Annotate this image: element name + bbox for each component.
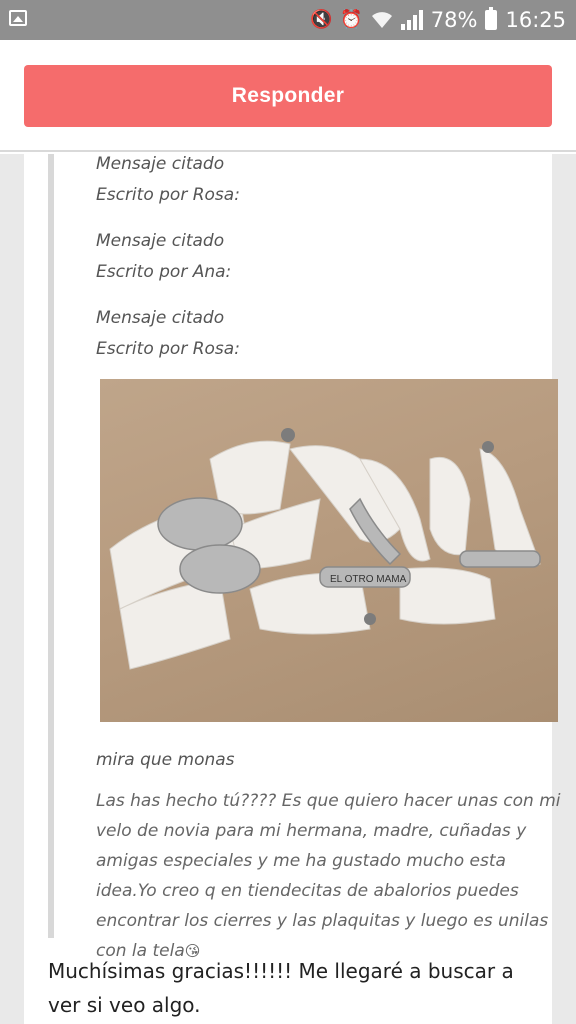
quote-author: Escrito por Rosa: [96, 339, 240, 359]
quote-author: Escrito por Ana: [96, 262, 232, 282]
quoted-message: Las has hecho tú???? Es que quiero hacer… [96, 786, 566, 966]
reply-button[interactable]: Responder [24, 65, 552, 127]
quote-author: Escrito por Rosa: [96, 185, 240, 205]
clock: 16:25 [505, 8, 566, 32]
reply-header: Responder [0, 40, 576, 152]
quoted-block: Mensaje citado Escrito por Rosa: Mensaje… [48, 154, 561, 961]
signal-icon [400, 10, 423, 30]
quote-title: Mensaje citado [96, 308, 225, 328]
bracelets-photo: EL OTRO MAMA [109, 428, 541, 670]
gallery-icon [9, 10, 27, 26]
quoted-message-text: Las has hecho tú???? Es que quiero hacer… [96, 791, 561, 961]
wifi-icon [371, 12, 392, 28]
plaque-text: EL OTRO MAMA [330, 574, 407, 585]
post-photo[interactable]: EL OTRO MAMA [100, 379, 558, 722]
alarm-icon: ⏰ [340, 9, 363, 30]
quote-title: Mensaje citado [96, 154, 225, 174]
battery-icon [485, 7, 498, 30]
mute-icon: 🔇 [309, 9, 333, 30]
status-icons: 🔇 ⏰ 78% 16:25 [310, 6, 566, 34]
post-content: Mensaje citado Escrito por Rosa: Mensaje… [0, 154, 576, 1024]
battery-percentage: 78% [430, 8, 478, 32]
quote-title: Mensaje citado [96, 231, 225, 251]
status-bar: 🔇 ⏰ 78% 16:25 [0, 0, 576, 40]
photo-caption: mira que monas [96, 750, 235, 770]
post-card: Mensaje citado Escrito por Rosa: Mensaje… [24, 154, 561, 1024]
reply-message: Muchísimas gracias!!!!!! Me llegaré a bu… [48, 959, 514, 1017]
